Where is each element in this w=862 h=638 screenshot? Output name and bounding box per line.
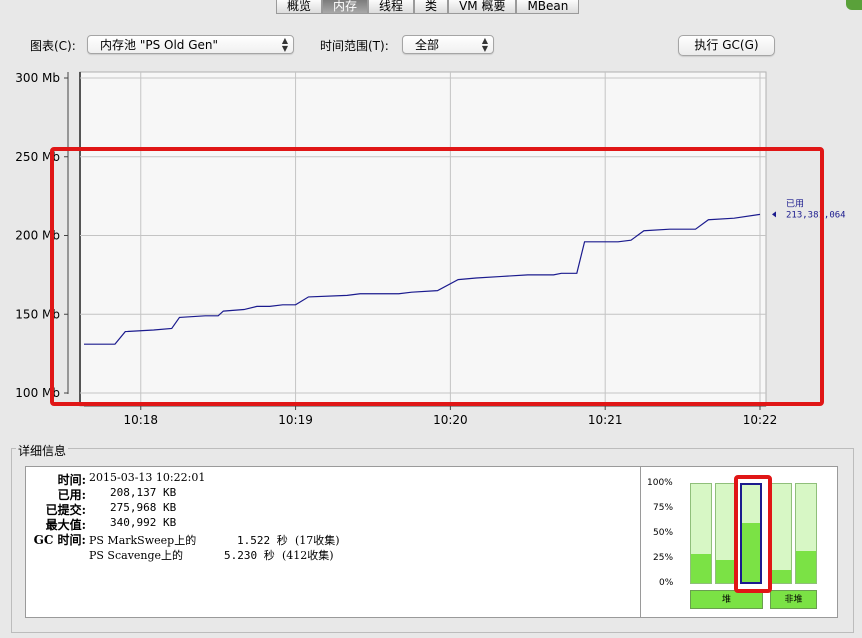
gc2-time: 5.230 秒 xyxy=(224,549,275,562)
time-range-label: 时间范围(T): xyxy=(320,39,389,53)
tab-vm-summary[interactable]: VM 概要 xyxy=(448,0,517,14)
pool-bar-fill xyxy=(716,560,736,583)
nonheap-button[interactable]: 非堆 xyxy=(770,590,817,609)
gc1-count: (17收集) xyxy=(295,534,340,547)
x-tick-label: 10:22 xyxy=(743,413,778,427)
pool-bar-fill xyxy=(691,554,711,583)
tab-memory[interactable]: 内存 xyxy=(322,0,369,14)
updown-arrows-icon: ▲ ▼ xyxy=(281,36,288,53)
pool-tick: 75% xyxy=(653,503,674,513)
x-tick-label: 10:18 xyxy=(123,413,158,427)
pool-tick: 0% xyxy=(659,578,674,588)
tab-overview[interactable]: 概览 xyxy=(276,0,323,14)
tab-mbeans[interactable]: MBean xyxy=(516,0,580,14)
chart-select[interactable]: 内存池 "PS Old Gen" ▲ ▼ xyxy=(87,35,294,54)
time-range-value: 全部 xyxy=(415,38,440,52)
updown-arrows-icon: ▲ ▼ xyxy=(481,36,488,53)
tab-classes[interactable]: 类 xyxy=(414,0,449,14)
highlight-box-chart xyxy=(50,147,824,406)
details-title: 详细信息 xyxy=(16,442,69,459)
pool-tick: 25% xyxy=(653,553,674,563)
gc-time-label: GC 时间: xyxy=(33,533,86,547)
highlight-box-old-gen xyxy=(734,475,772,593)
pool-bar-perm-gen[interactable] xyxy=(795,483,817,584)
x-tick-label: 10:20 xyxy=(433,413,468,427)
tab-bar: 概览 内存 线程 类 VM 概要 MBean xyxy=(276,0,580,14)
pool-tick: 50% xyxy=(653,528,674,538)
gc2-name: PS Scavenge上的 xyxy=(89,549,184,562)
pool-bar-code-cache[interactable] xyxy=(770,483,792,584)
pool-bar-eden[interactable] xyxy=(690,483,712,584)
committed-value: 275,968 KB xyxy=(110,501,177,514)
pool-bar-fill xyxy=(771,570,791,583)
time-value: 2015-03-13 10:22:01 xyxy=(89,471,206,484)
gc1-name: PS MarkSweep上的 xyxy=(89,534,197,547)
max-value: 340,992 KB xyxy=(110,516,177,529)
chart-select-value: 内存池 "PS Old Gen" xyxy=(100,38,219,52)
y-tick-label: 300 Mb xyxy=(15,71,60,85)
gc1-time: 1.522 秒 xyxy=(237,534,288,547)
time-range-select[interactable]: 全部 ▲ ▼ xyxy=(402,35,494,54)
x-ticks: 10:18 10:19 10:20 10:21 10:22 xyxy=(123,406,777,427)
details-info-box: 时间: 2015-03-13 10:22:01 已用: 208,137 KB 已… xyxy=(25,466,641,618)
pool-tick: 100% xyxy=(647,478,673,488)
used-value: 208,137 KB xyxy=(110,486,177,499)
gc2-count: (412收集) xyxy=(282,549,334,562)
perform-gc-button[interactable]: 执行 GC(G) xyxy=(678,35,775,56)
x-tick-label: 10:21 xyxy=(588,413,623,427)
pool-bar-fill xyxy=(796,551,816,583)
x-tick-label: 10:19 xyxy=(278,413,313,427)
chart-select-label: 图表(C): xyxy=(30,39,76,53)
tab-threads[interactable]: 线程 xyxy=(368,0,415,14)
connection-icon xyxy=(846,0,862,10)
